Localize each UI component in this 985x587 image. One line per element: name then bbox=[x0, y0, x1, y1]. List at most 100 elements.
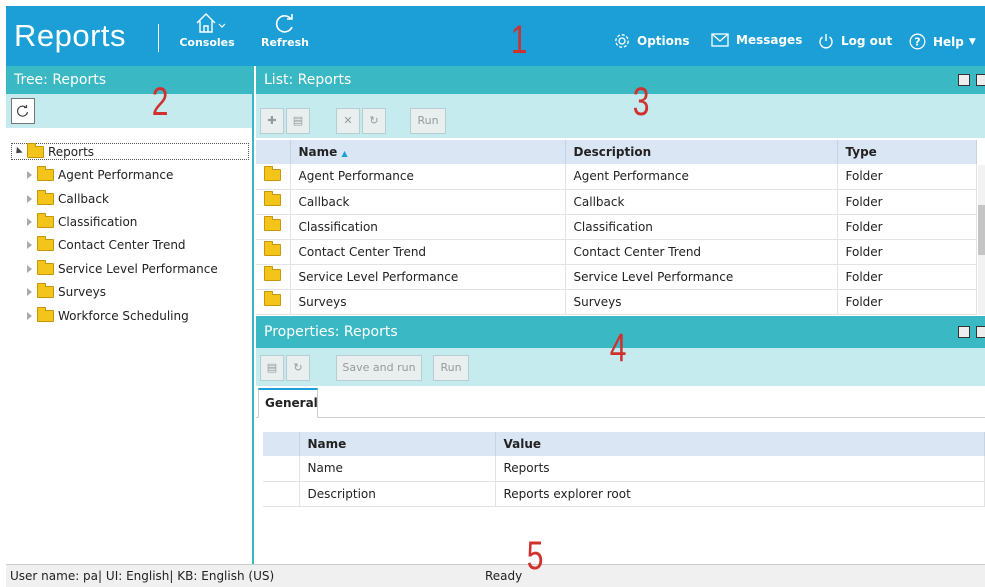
row-icon bbox=[263, 481, 300, 507]
tree-item-callback[interactable]: Callback bbox=[27, 190, 109, 206]
column-header-name[interactable]: Name ▲ bbox=[290, 140, 566, 164]
title-separator bbox=[158, 24, 159, 52]
restore-icon[interactable] bbox=[976, 326, 985, 338]
row-type: Folder bbox=[837, 164, 977, 190]
row-icon bbox=[256, 164, 291, 190]
tree-item-surveys[interactable]: Surveys bbox=[27, 283, 106, 299]
row-value[interactable]: Reports explorer root bbox=[495, 481, 985, 507]
list-run-button[interactable]: Run bbox=[410, 108, 446, 134]
consoles-button[interactable]: Consoles bbox=[178, 10, 236, 49]
svg-text:?: ? bbox=[914, 36, 920, 49]
expand-closed-icon bbox=[27, 265, 32, 273]
tree-item-label: Surveys bbox=[58, 285, 106, 299]
save-button[interactable]: ▤ bbox=[260, 355, 284, 381]
table-row[interactable]: Classification Classification Folder bbox=[256, 214, 977, 240]
status-state: Ready bbox=[485, 569, 523, 583]
tree-title: Tree: Reports bbox=[6, 66, 252, 94]
refresh-button[interactable]: Refresh bbox=[258, 10, 312, 49]
list-refresh-button[interactable]: ↻ bbox=[362, 108, 386, 134]
status-bar: User name: pa| UI: English| KB: English … bbox=[6, 564, 985, 587]
folder-icon bbox=[264, 266, 281, 281]
tree-item-label: Workforce Scheduling bbox=[58, 309, 189, 323]
row-icon bbox=[256, 239, 291, 265]
folder-icon bbox=[37, 166, 54, 181]
row-description: Callback bbox=[565, 189, 838, 215]
tree-item-contact-center-trend[interactable]: Contact Center Trend bbox=[27, 236, 186, 252]
properties-run-button[interactable]: Run bbox=[433, 355, 469, 381]
column-header-description[interactable]: Description bbox=[565, 140, 838, 164]
refresh-icon bbox=[17, 105, 29, 117]
envelope-icon bbox=[711, 33, 729, 47]
tree-refresh-button[interactable] bbox=[11, 98, 35, 124]
row-name: Classification bbox=[290, 214, 566, 240]
tree-item-label: Callback bbox=[58, 192, 109, 206]
row-type: Folder bbox=[837, 189, 977, 215]
row-value[interactable]: Reports bbox=[495, 456, 985, 482]
annotation-4: 4 bbox=[609, 326, 627, 370]
status-separator: | bbox=[169, 569, 174, 583]
table-row[interactable]: Agent Performance Agent Performance Folder bbox=[256, 164, 977, 190]
tree-item-label: Classification bbox=[58, 215, 138, 229]
column-header-value[interactable]: Value bbox=[495, 432, 985, 456]
tree-item-classification[interactable]: Classification bbox=[27, 213, 138, 229]
options-button[interactable]: Options bbox=[614, 33, 690, 49]
folder-icon bbox=[37, 190, 54, 205]
list-scrollbar[interactable] bbox=[978, 165, 985, 315]
table-row[interactable]: Name Reports bbox=[263, 456, 985, 482]
status-kb-language: KB: English (US) bbox=[177, 569, 275, 583]
delete-button[interactable]: ✕ bbox=[336, 108, 360, 134]
logout-button[interactable]: Log out bbox=[818, 33, 892, 49]
row-type: Folder bbox=[837, 239, 977, 265]
help-button[interactable]: ? Help ▼ bbox=[909, 33, 976, 50]
annotation-5: 5 bbox=[526, 534, 544, 578]
icon-column-header bbox=[256, 140, 291, 164]
restore-icon[interactable] bbox=[976, 74, 985, 86]
table-row[interactable]: Callback Callback Folder bbox=[256, 189, 977, 215]
tree-item-service-level-performance[interactable]: Service Level Performance bbox=[27, 260, 218, 276]
row-icon bbox=[263, 456, 300, 482]
save-and-run-button[interactable]: Save and run bbox=[336, 355, 422, 381]
tree-root-reports[interactable]: Reports bbox=[11, 142, 249, 160]
minimize-icon[interactable] bbox=[958, 326, 970, 338]
new-folder-button[interactable]: ▤ bbox=[286, 108, 310, 134]
refresh-label: Refresh bbox=[261, 36, 309, 49]
properties-refresh-button[interactable]: ↻ bbox=[286, 355, 310, 381]
row-icon bbox=[256, 189, 291, 215]
folder-icon bbox=[37, 236, 54, 251]
annotation-2: 2 bbox=[151, 80, 169, 124]
scrollbar-thumb[interactable] bbox=[978, 205, 985, 255]
row-name: Surveys bbox=[290, 289, 566, 315]
column-header-name[interactable]: Name bbox=[299, 432, 496, 456]
column-header-type[interactable]: Type bbox=[837, 140, 977, 164]
tab-general[interactable]: General bbox=[258, 388, 318, 418]
table-row[interactable]: Contact Center Trend Contact Center Trend… bbox=[256, 239, 977, 265]
row-description: Agent Performance bbox=[565, 164, 838, 190]
new-report-button[interactable]: ✚ bbox=[260, 108, 284, 134]
help-label: Help bbox=[933, 34, 964, 49]
expand-closed-icon bbox=[27, 288, 32, 296]
new-document-icon: ✚ bbox=[267, 114, 277, 127]
table-row[interactable]: Surveys Surveys Folder bbox=[256, 289, 977, 315]
table-row[interactable]: Service Level Performance Service Level P… bbox=[256, 264, 977, 290]
row-type: Folder bbox=[837, 214, 977, 240]
row-name: Description bbox=[299, 481, 496, 507]
sort-ascending-icon: ▲ bbox=[341, 149, 348, 158]
tree-item-label: Service Level Performance bbox=[58, 262, 218, 276]
expand-closed-icon bbox=[27, 241, 32, 249]
folder-icon bbox=[264, 191, 281, 206]
messages-button[interactable]: Messages bbox=[711, 33, 802, 47]
list-title-label: List: Reports bbox=[264, 72, 352, 88]
folder-up-icon: ▤ bbox=[292, 114, 304, 127]
list-toolbar: ✚ ▤ ✕ ↻ Run bbox=[256, 94, 985, 138]
row-name: Agent Performance bbox=[290, 164, 566, 190]
properties-table: Name Value Name Reports Description Report… bbox=[263, 432, 985, 507]
tree-item-agent-performance[interactable]: Agent Performance bbox=[27, 166, 173, 182]
tree-item-workforce-scheduling[interactable]: Workforce Scheduling bbox=[27, 307, 189, 323]
folder-icon bbox=[264, 216, 281, 231]
help-icon: ? bbox=[909, 33, 926, 50]
tree-item-label: Contact Center Trend bbox=[58, 238, 186, 252]
table-row[interactable]: Description Reports explorer root bbox=[263, 481, 985, 507]
refresh-icon bbox=[258, 10, 312, 36]
expand-open-icon bbox=[13, 146, 23, 157]
minimize-icon[interactable] bbox=[958, 74, 970, 86]
